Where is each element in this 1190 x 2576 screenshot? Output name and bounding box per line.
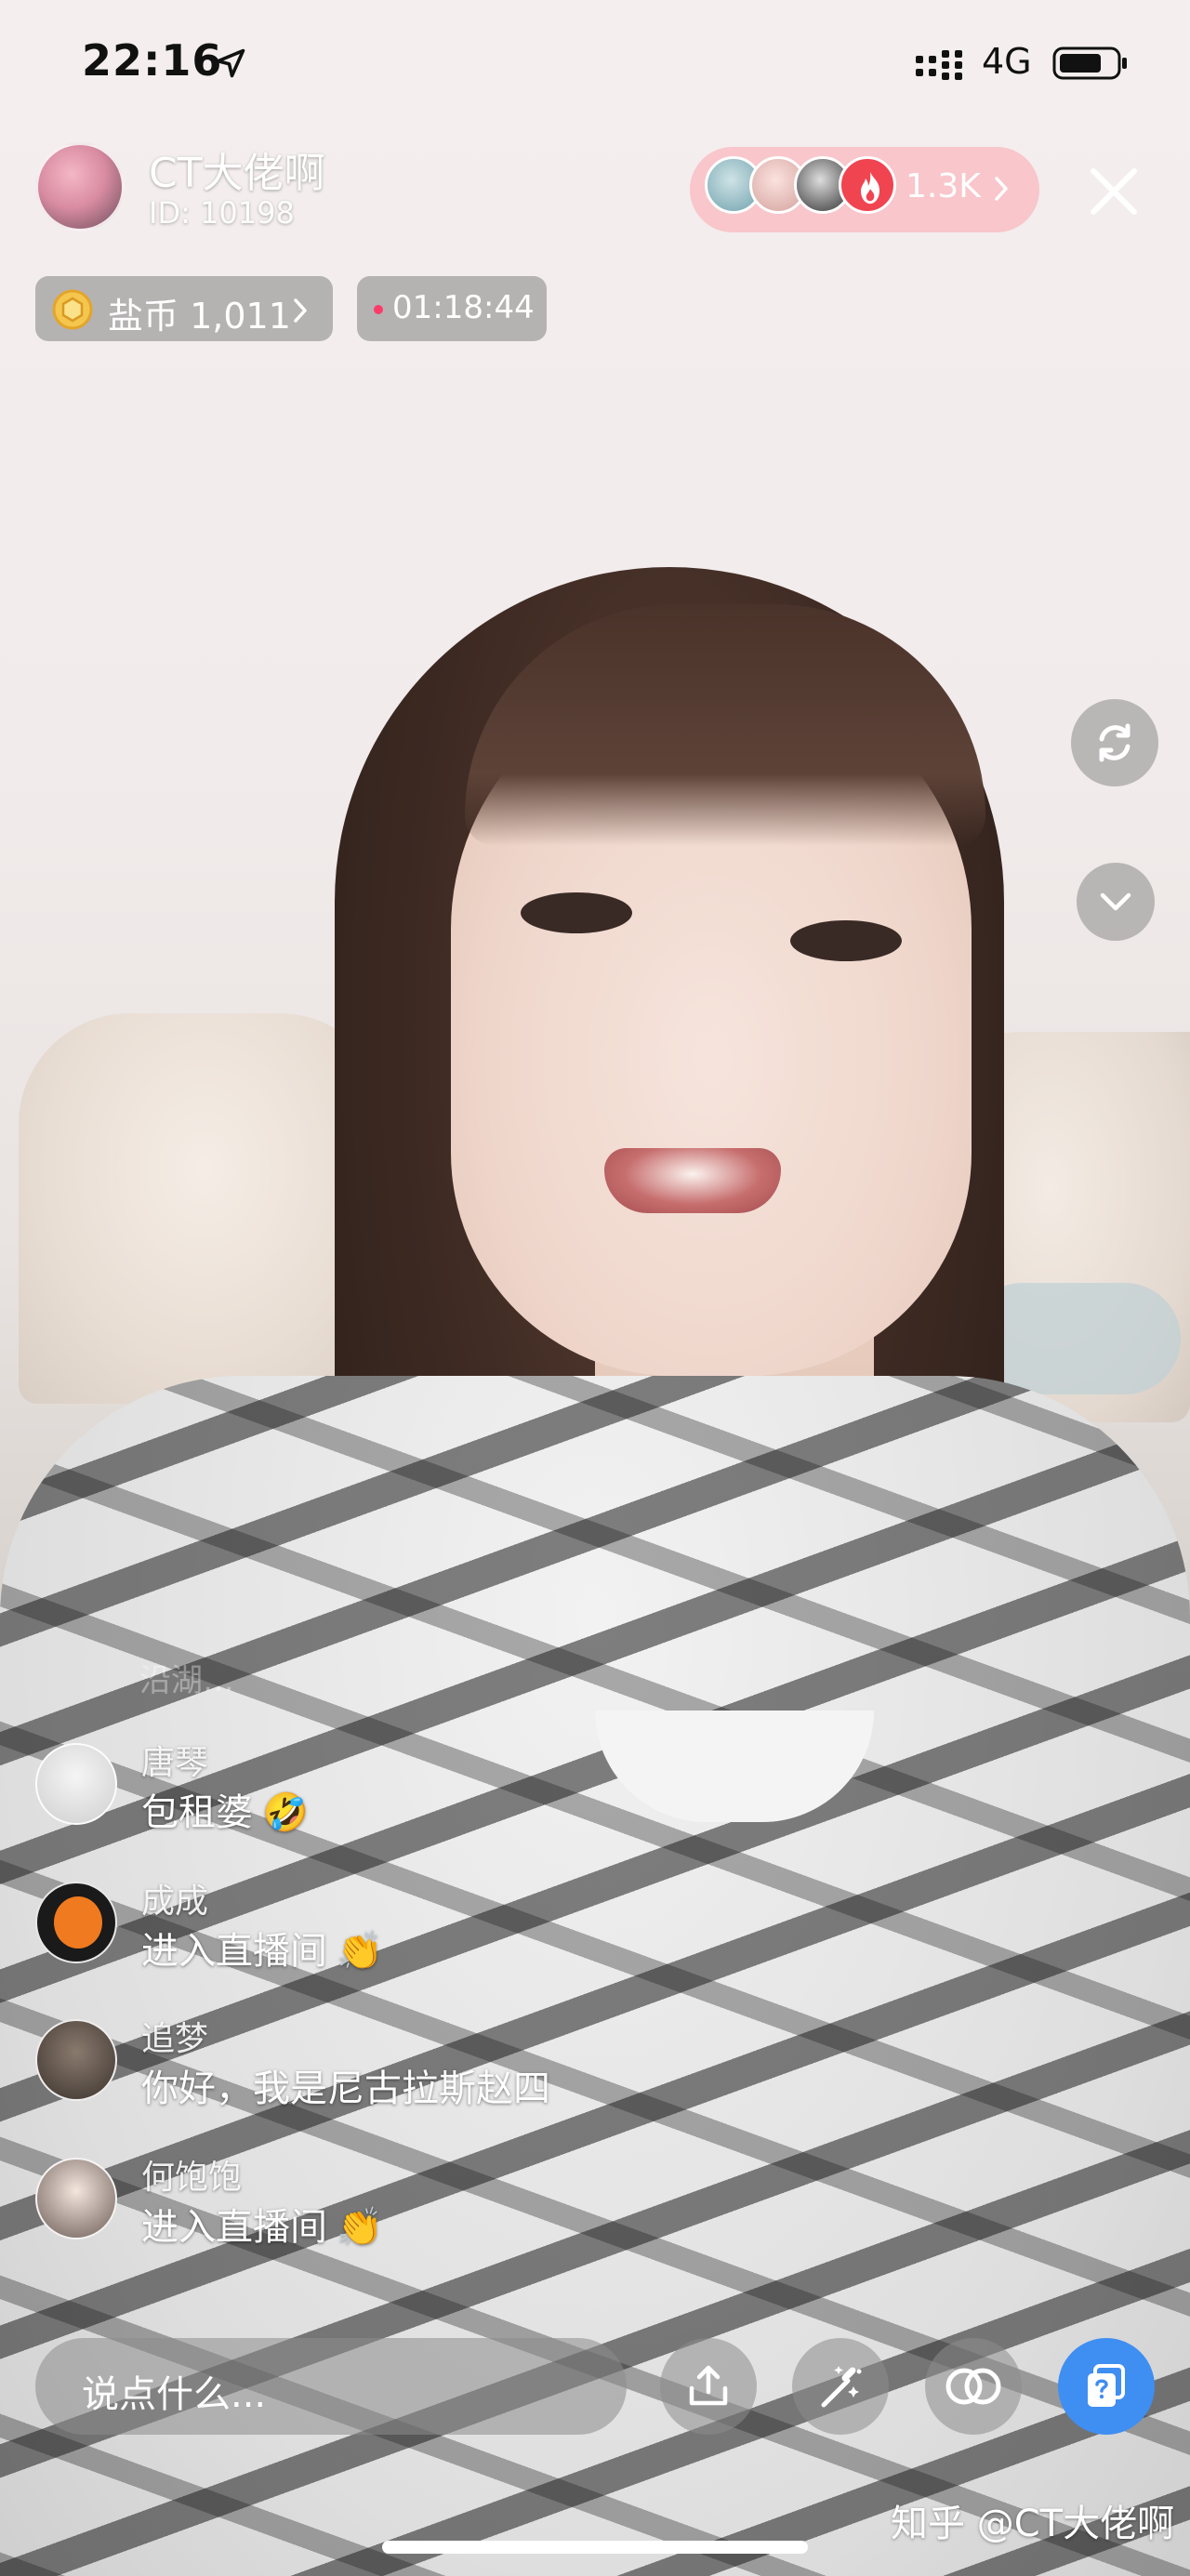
coin-icon [52, 289, 93, 330]
battery-icon [1052, 46, 1127, 80]
headboard-right [911, 1032, 1190, 1422]
chat-text: 你好，我是尼古拉斯赵四 [141, 2058, 550, 2112]
chat-avatar[interactable] [35, 2158, 117, 2239]
share-icon [689, 2365, 728, 2406]
chat-faded-message: 沿湖… [139, 1662, 234, 1699]
host-name[interactable]: CT大佬啊 [149, 139, 325, 199]
live-duration: 01:18:44 [392, 289, 535, 326]
linked-circles-icon [945, 2368, 1001, 2405]
flip-camera-icon [1099, 723, 1130, 762]
viewer-list-button[interactable]: 1.3K [690, 147, 1039, 232]
location-arrow-icon [216, 48, 245, 78]
live-dot-icon [374, 305, 383, 314]
chat-text-content: 进入直播间 [141, 2206, 327, 2249]
emoji: 👏 [337, 1930, 383, 1973]
host-avatar[interactable] [35, 142, 125, 231]
network-type: 4G [982, 41, 1032, 82]
status-time: 22:16 [82, 35, 223, 86]
flame-icon [839, 156, 896, 214]
pillow [967, 1283, 1181, 1394]
share-button[interactable] [660, 2338, 757, 2435]
comment-input[interactable]: 说点什么... [35, 2338, 627, 2435]
comment-placeholder: 说点什么... [82, 2373, 267, 2416]
chat-message: 成成 进入直播间 👏 [35, 1874, 835, 1995]
chat-avatar[interactable] [35, 1882, 117, 1963]
chat-avatar[interactable] [35, 2019, 117, 2101]
chevron-right-icon [995, 177, 1008, 201]
chat-text-content: 你好，我是尼古拉斯赵四 [141, 2067, 550, 2110]
chat-message: 唐琴 包租婆 🤣 [35, 1736, 835, 1856]
effects-button[interactable] [792, 2338, 889, 2435]
chat-username[interactable]: 成成 [141, 1874, 208, 1922]
help-cards-icon [1088, 2364, 1125, 2407]
live-stream-screen: 22:16 4G CT大佬啊 ID: 10198 1.3K 盐币 1,011 0… [0, 0, 1190, 2576]
help-button[interactable] [1058, 2338, 1155, 2435]
chevron-right-icon [294, 298, 307, 323]
chat-text: 进入直播间 👏 [141, 2197, 383, 2251]
home-indicator[interactable] [382, 2541, 808, 2554]
streamer-face [451, 669, 972, 1376]
headboard-left [19, 1013, 390, 1404]
watermark: 知乎 @CT大佬啊 [891, 2503, 1175, 2545]
emoji: 👏 [337, 2206, 383, 2249]
orange-mascot-icon [54, 1896, 102, 1949]
streamer-hair [335, 567, 1004, 1887]
magic-wand-icon [821, 2366, 862, 2408]
streamer-mouth [604, 1148, 781, 1213]
streamer-eye-right [790, 920, 902, 961]
chat-text-content: 进入直播间 [141, 1930, 327, 1973]
viewer-count: 1.3K [906, 167, 981, 205]
coin-balance-button[interactable]: 盐币 1,011 [35, 276, 333, 341]
streamer-bangs [465, 604, 985, 846]
chat-username[interactable]: 唐琴 [141, 1736, 208, 1784]
flip-camera-button[interactable] [1071, 699, 1158, 786]
coin-balance: 盐币 1,011 [108, 296, 291, 337]
chat-username[interactable]: 追梦 [141, 2012, 208, 2060]
cellular-signal-icon [916, 50, 962, 80]
host-id: ID: 10198 [149, 195, 295, 231]
live-duration-badge: 01:18:44 [357, 276, 547, 341]
chat-message: 何饱饱 进入直播间 👏 [35, 2150, 835, 2271]
emoji: 🤣 [262, 1791, 309, 1834]
chat-avatar[interactable] [35, 1743, 117, 1825]
chat-text: 进入直播间 👏 [141, 1921, 383, 1975]
chat-text: 包租婆 🤣 [141, 1782, 309, 1836]
streamer-neck [595, 1320, 874, 1711]
chat-text-content: 包租婆 [141, 1791, 253, 1834]
chat-message: 追梦 你好，我是尼古拉斯赵四 [35, 2012, 835, 2133]
chevron-down-icon [1100, 892, 1131, 911]
collapse-button[interactable] [1077, 863, 1155, 941]
link-mic-button[interactable] [925, 2338, 1022, 2435]
status-bar: 22:16 4G [0, 0, 1190, 130]
close-icon[interactable] [1080, 158, 1147, 225]
chat-username[interactable]: 何饱饱 [141, 2150, 242, 2199]
streamer-eye-left [521, 892, 632, 933]
